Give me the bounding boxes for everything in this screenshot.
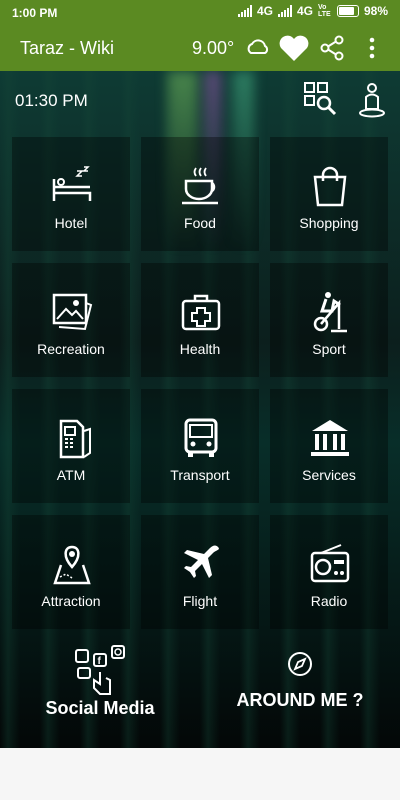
social-media-icon[interactable]: f	[74, 644, 128, 696]
category-label: Shopping	[299, 215, 359, 231]
exercise-bike-icon	[313, 292, 347, 333]
category-shopping[interactable]: Shopping	[270, 137, 388, 251]
category-label: Hotel	[54, 215, 88, 231]
atm-machine-icon	[59, 419, 91, 459]
around-me-label[interactable]: AROUND ME ?	[220, 690, 380, 711]
category-sport[interactable]: Sport	[270, 263, 388, 377]
battery-level: 98%	[363, 4, 388, 18]
network-type-1: 4G	[256, 4, 273, 18]
category-label: Food	[184, 215, 216, 231]
category-health[interactable]: Health	[141, 263, 259, 377]
category-recreation[interactable]: Recreation	[12, 263, 130, 377]
signal-icon	[237, 5, 252, 17]
category-radio[interactable]: Radio	[270, 515, 388, 629]
bed-icon	[52, 166, 92, 201]
bank-building-icon	[311, 420, 349, 456]
airplane-icon	[184, 545, 219, 578]
category-label: Attraction	[41, 593, 101, 609]
network-type-2: 4G	[296, 4, 313, 18]
compass-icon[interactable]	[287, 651, 313, 677]
category-label: Transport	[170, 467, 230, 483]
volte-label: Vo LTE	[317, 4, 331, 18]
category-label: Radio	[310, 593, 348, 609]
main-content: 01:30 PM Hotel Food Shopping Recreation …	[0, 71, 400, 748]
category-food[interactable]: Food	[141, 137, 259, 251]
share-icon[interactable]	[318, 34, 346, 62]
category-label: Sport	[312, 341, 346, 357]
local-clock: 01:30 PM	[15, 91, 88, 110]
category-label: Flight	[182, 593, 218, 609]
picture-icon	[52, 293, 93, 331]
category-attraction[interactable]: Attraction	[12, 515, 130, 629]
status-icons: 4G 4G Vo LTE 98%	[237, 4, 388, 18]
category-hotel[interactable]: Hotel	[12, 137, 130, 251]
radio-icon	[310, 544, 350, 583]
battery-icon	[336, 5, 359, 17]
person-location-icon[interactable]	[354, 79, 390, 119]
category-atm[interactable]: ATM	[12, 389, 130, 503]
favorite-heart-icon[interactable]	[278, 33, 310, 63]
temperature: 9.00°	[192, 38, 235, 58]
more-options-icon[interactable]	[358, 34, 386, 62]
shopping-bag-icon	[313, 166, 347, 207]
map-pin-icon	[53, 545, 91, 585]
cloud-icon	[247, 39, 269, 54]
first-aid-kit-icon	[181, 294, 221, 331]
category-label: Services	[302, 467, 356, 483]
category-label: Health	[179, 341, 221, 357]
social-media-label[interactable]: Social Media	[20, 698, 180, 719]
category-transport[interactable]: Transport	[141, 389, 259, 503]
app-title: Taraz - Wiki	[20, 38, 114, 58]
coffee-cup-icon	[182, 167, 218, 205]
category-label: ATM	[56, 467, 86, 483]
qr-search-icon[interactable]	[302, 79, 338, 119]
app-bar: Taraz - Wiki 9.00°	[0, 25, 400, 71]
signal-icon-2	[277, 5, 292, 17]
category-services[interactable]: Services	[270, 389, 388, 503]
bottom-area	[0, 748, 400, 800]
bus-icon	[184, 418, 218, 457]
status-bar: 1:00 PM 4G 4G Vo LTE 98%	[0, 0, 400, 25]
category-flight[interactable]: Flight	[141, 515, 259, 629]
status-time: 1:00 PM	[12, 6, 58, 20]
category-label: Recreation	[37, 341, 105, 357]
